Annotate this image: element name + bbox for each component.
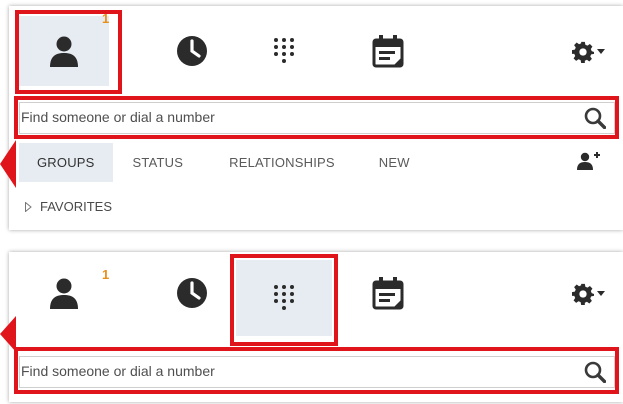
chevron-down-icon bbox=[596, 291, 605, 296]
dialpad-tab[interactable] bbox=[236, 260, 332, 336]
gear-icon bbox=[571, 283, 594, 305]
tab-groups[interactable]: GROUPS bbox=[19, 143, 113, 182]
meetings-icon bbox=[372, 35, 404, 68]
favorites-group[interactable]: FAVORITES bbox=[25, 199, 112, 214]
conversations-tab[interactable] bbox=[147, 258, 237, 328]
search-button[interactable] bbox=[584, 361, 607, 384]
search-box bbox=[19, 102, 615, 134]
options-menu-button[interactable] bbox=[565, 276, 611, 312]
contacts-tab[interactable] bbox=[19, 16, 109, 86]
dialpad-tab[interactable] bbox=[239, 16, 329, 86]
notification-badge: 1 bbox=[102, 267, 110, 282]
contacts-tab[interactable] bbox=[19, 258, 109, 328]
search-input[interactable] bbox=[20, 103, 561, 131]
tab-relationships[interactable]: RELATIONSHIPS bbox=[201, 143, 353, 182]
clock-icon bbox=[177, 278, 207, 308]
meetings-tab[interactable] bbox=[343, 16, 433, 86]
meetings-icon bbox=[372, 277, 404, 310]
contacts-icon bbox=[50, 278, 78, 309]
skype-main-panel-contacts: 1 Find someone or dial a number GROUPS S… bbox=[9, 6, 623, 230]
gear-icon bbox=[571, 41, 594, 63]
contacts-view-tabs: GROUPS STATUS RELATIONSHIPS NEW bbox=[19, 143, 615, 182]
tab-status[interactable]: STATUS bbox=[113, 143, 202, 182]
conversations-tab[interactable] bbox=[147, 16, 237, 86]
search-button[interactable] bbox=[584, 107, 607, 130]
search-input[interactable] bbox=[20, 357, 561, 385]
notification-badge: 1 bbox=[102, 11, 110, 26]
expand-triangle-icon bbox=[25, 201, 32, 212]
favorites-label: FAVORITES bbox=[40, 199, 112, 214]
skype-main-panel-dialpad: 1 bbox=[9, 252, 623, 402]
add-contact-icon bbox=[577, 152, 600, 170]
add-contact-button[interactable] bbox=[577, 151, 601, 173]
options-menu-button[interactable] bbox=[565, 34, 611, 70]
contacts-icon bbox=[50, 36, 78, 67]
tab-new[interactable]: NEW bbox=[353, 143, 428, 182]
search-box bbox=[19, 356, 615, 388]
highlight-arrow bbox=[0, 140, 16, 188]
chevron-down-icon bbox=[596, 49, 605, 54]
search-icon bbox=[584, 361, 607, 384]
highlight-arrow bbox=[0, 316, 16, 352]
dialpad-icon bbox=[274, 38, 294, 63]
clock-icon bbox=[177, 36, 207, 66]
meetings-tab[interactable] bbox=[343, 258, 433, 328]
search-icon bbox=[584, 107, 607, 130]
dialpad-icon bbox=[274, 285, 294, 310]
